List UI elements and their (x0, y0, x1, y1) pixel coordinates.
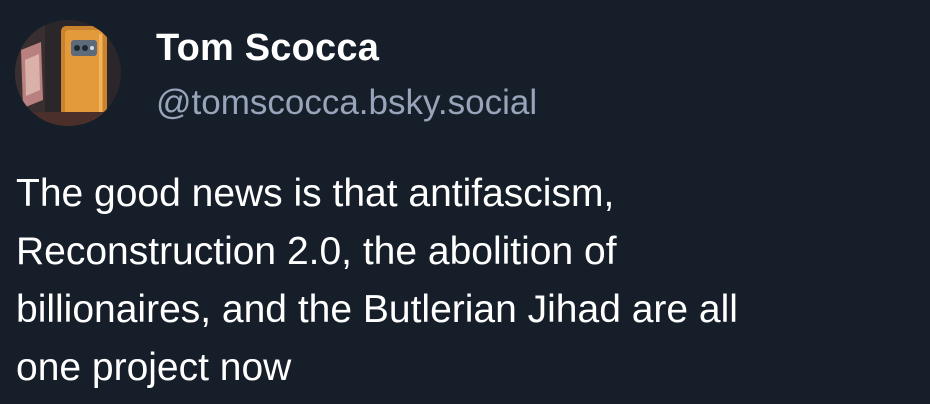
post-card: Tom Scocca @tomscocca.bsky.social The go… (0, 0, 930, 404)
post-text-line: billionaires, and the Butlerian Jihad ar… (16, 288, 738, 331)
post-text: The good news is that antifascism, Recon… (16, 165, 916, 397)
post-text-line: one project now (16, 346, 292, 389)
avatar[interactable] (15, 20, 121, 126)
post-text-line: Reconstruction 2.0, the abolition of (16, 230, 617, 273)
post-text-line: The good news is that antifascism, (16, 172, 615, 215)
author-handle[interactable]: @tomscocca.bsky.social (156, 82, 537, 124)
author-display-name[interactable]: Tom Scocca (156, 26, 379, 70)
avatar-photo-icon (15, 20, 121, 126)
